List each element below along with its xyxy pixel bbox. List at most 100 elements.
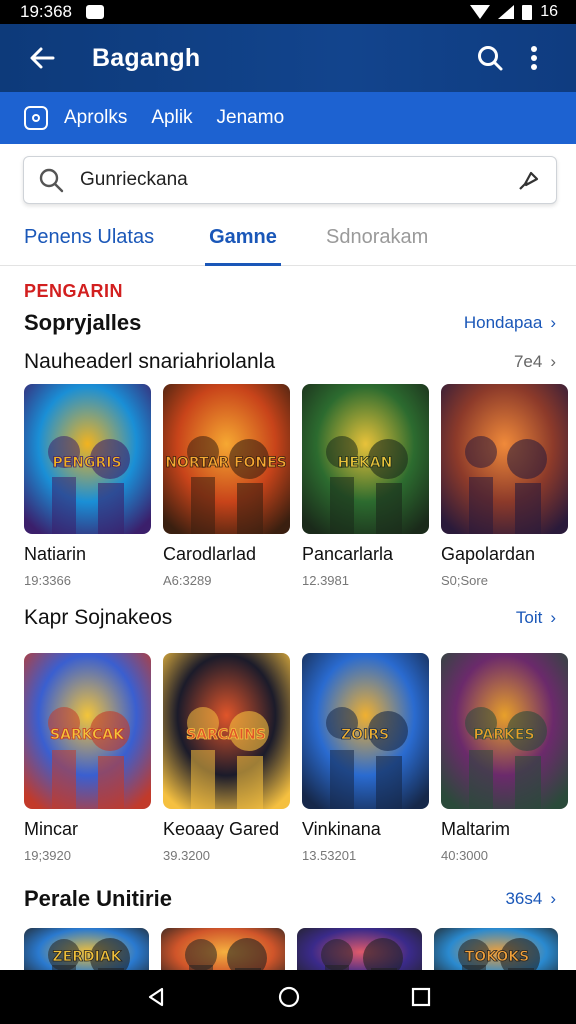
app-thumbnail[interactable]: NORTAR FONES <box>163 384 290 534</box>
game-art: PARKES <box>441 653 568 809</box>
nav-back-icon[interactable] <box>145 986 167 1008</box>
page-title: Bagangh <box>92 43 201 72</box>
search-icon <box>478 46 503 71</box>
section-title: Perale Unitirie <box>24 886 172 911</box>
game-art <box>160 928 285 970</box>
section-subheader: Nauheaderl snariahriolanla 7e4 › <box>24 350 556 374</box>
back-button[interactable] <box>20 36 64 80</box>
wifi-icon <box>470 5 491 19</box>
app-card[interactable]: PARKES Maltarim 40:3000 <box>441 653 568 863</box>
search-input[interactable] <box>80 169 516 191</box>
game-logo-text: SARCAINS <box>186 727 266 743</box>
category-icon[interactable] <box>24 106 48 130</box>
voice-search-icon[interactable] <box>516 167 542 193</box>
app-meta: 19:3366 <box>24 573 71 588</box>
app-thumbnail[interactable]: ZOIRS <box>302 653 429 809</box>
app-thumbnail[interactable] <box>297 928 422 970</box>
more-vertical-icon <box>531 46 537 70</box>
see-more-link[interactable]: Toit › <box>516 608 556 628</box>
app-name: Vinkinana <box>302 819 381 839</box>
tab-games[interactable]: Gamne <box>205 226 281 266</box>
app-meta: 40:3000 <box>441 848 488 863</box>
game-logo-text: TOKOKS <box>464 949 529 965</box>
game-art: HEKAN <box>302 384 429 534</box>
app-row: SARKCAK Mincar 19;3920 SARCAINS Keoaay G… <box>24 653 568 863</box>
signal-icon <box>498 5 515 19</box>
app-card[interactable]: SARCAINS Keoaay Gared 39.3200 <box>163 653 290 863</box>
notification-icon <box>86 5 104 19</box>
app-card[interactable]: SARKCAK Mincar 19;3920 <box>24 653 151 863</box>
nav-recents-icon[interactable] <box>411 987 431 1007</box>
system-nav-bar <box>0 970 576 1024</box>
app-thumbnail[interactable] <box>441 384 568 534</box>
app-thumbnail[interactable]: HEKAN <box>302 384 429 534</box>
see-more-label: Toit <box>515 608 543 627</box>
game-logo-text: PARKES <box>473 727 534 743</box>
chevron-right-icon: › <box>550 313 556 332</box>
app-bar: Bagangh <box>0 24 576 92</box>
game-art <box>297 928 422 970</box>
app-meta: 12.3981 <box>302 573 349 588</box>
arrow-back-icon <box>30 47 55 69</box>
tab-bar: Penens Ulatas Gamne Sdnorakam <box>0 214 576 266</box>
app-card[interactable]: Gapolardan S0;Sore <box>441 384 568 588</box>
game-logo-text: HEKAN <box>338 455 393 471</box>
app-card[interactable]: HEKAN Pancarlarla 12.3981 <box>302 384 429 588</box>
app-thumbnail[interactable]: TOKOKS <box>433 928 558 970</box>
game-art: PENGRIS <box>24 384 151 534</box>
game-art <box>441 384 568 534</box>
app-name: Mincar <box>24 819 79 839</box>
game-logo-text: ZOIRS <box>341 727 389 743</box>
app-meta: 39.3200 <box>163 848 210 863</box>
app-meta: A6:3289 <box>163 573 212 588</box>
category-item[interactable]: Jenamo <box>217 107 285 129</box>
battery-icon <box>522 4 533 20</box>
app-card[interactable]: ZOIRS Vinkinana 13.53201 <box>302 653 429 863</box>
app-row: ZERDIAK TOKOKS <box>24 928 558 970</box>
tab-updates[interactable]: Penens Ulatas <box>24 226 154 266</box>
chevron-right-icon: › <box>550 608 556 627</box>
app-name: Maltarim <box>441 819 511 839</box>
game-logo-text: SARKCAK <box>50 727 125 743</box>
subsection-link[interactable]: 7e4 › <box>514 352 556 372</box>
game-logo-text: PENGRIS <box>52 455 121 471</box>
app-name: Pancarlarla <box>302 544 394 564</box>
game-art: SARCAINS <box>163 653 290 809</box>
see-more-link[interactable]: 36s4 › <box>505 889 556 909</box>
more-options-button[interactable] <box>512 36 556 80</box>
search-button[interactable] <box>468 36 512 80</box>
app-thumbnail[interactable]: ZERDIAK <box>24 928 149 970</box>
search-box <box>23 156 557 204</box>
game-art: TOKOKS <box>433 928 558 970</box>
category-item[interactable]: Aprolks <box>64 107 127 129</box>
app-thumbnail[interactable]: SARCAINS <box>163 653 290 809</box>
game-logo-text: ZERDIAK <box>52 949 122 965</box>
category-bar: Aprolks Aplik Jenamo <box>0 92 576 144</box>
app-thumbnail[interactable]: SARKCAK <box>24 653 151 809</box>
app-card[interactable]: NORTAR FONES Carodlarlad A6:3289 <box>163 384 290 588</box>
promo-label: PENGARIN <box>24 281 124 301</box>
section-header: Perale Unitirie 36s4 › <box>24 886 556 912</box>
section-subtitle: Nauheaderl snariahriolanla <box>24 350 275 373</box>
see-more-link[interactable]: Hondapaa › <box>464 313 556 333</box>
app-name: Natiarin <box>24 544 87 564</box>
subsection-count: 7e4 <box>513 352 543 371</box>
chevron-right-icon: › <box>550 889 556 908</box>
category-item[interactable]: Aplik <box>151 107 192 129</box>
app-card[interactable]: PENGRIS Natiarin 19:3366 <box>24 384 151 588</box>
nav-home-icon[interactable] <box>278 986 300 1008</box>
app-meta: S0;Sore <box>441 573 488 588</box>
tab-other[interactable]: Sdnorakam <box>326 226 428 266</box>
game-art: NORTAR FONES <box>163 384 290 534</box>
game-art: ZOIRS <box>302 653 429 809</box>
app-thumbnail[interactable]: PENGRIS <box>24 384 151 534</box>
app-thumbnail[interactable] <box>160 928 285 970</box>
see-more-label: 36s4 <box>505 889 543 908</box>
game-logo-text: NORTAR FONES <box>165 455 287 471</box>
see-more-label: Hondapaa <box>463 313 543 332</box>
game-art: ZERDIAK <box>24 928 149 970</box>
app-name: Keoaay Gared <box>163 819 280 839</box>
game-art: SARKCAK <box>24 653 151 809</box>
app-meta: 13.53201 <box>302 848 357 863</box>
app-thumbnail[interactable]: PARKES <box>441 653 568 809</box>
